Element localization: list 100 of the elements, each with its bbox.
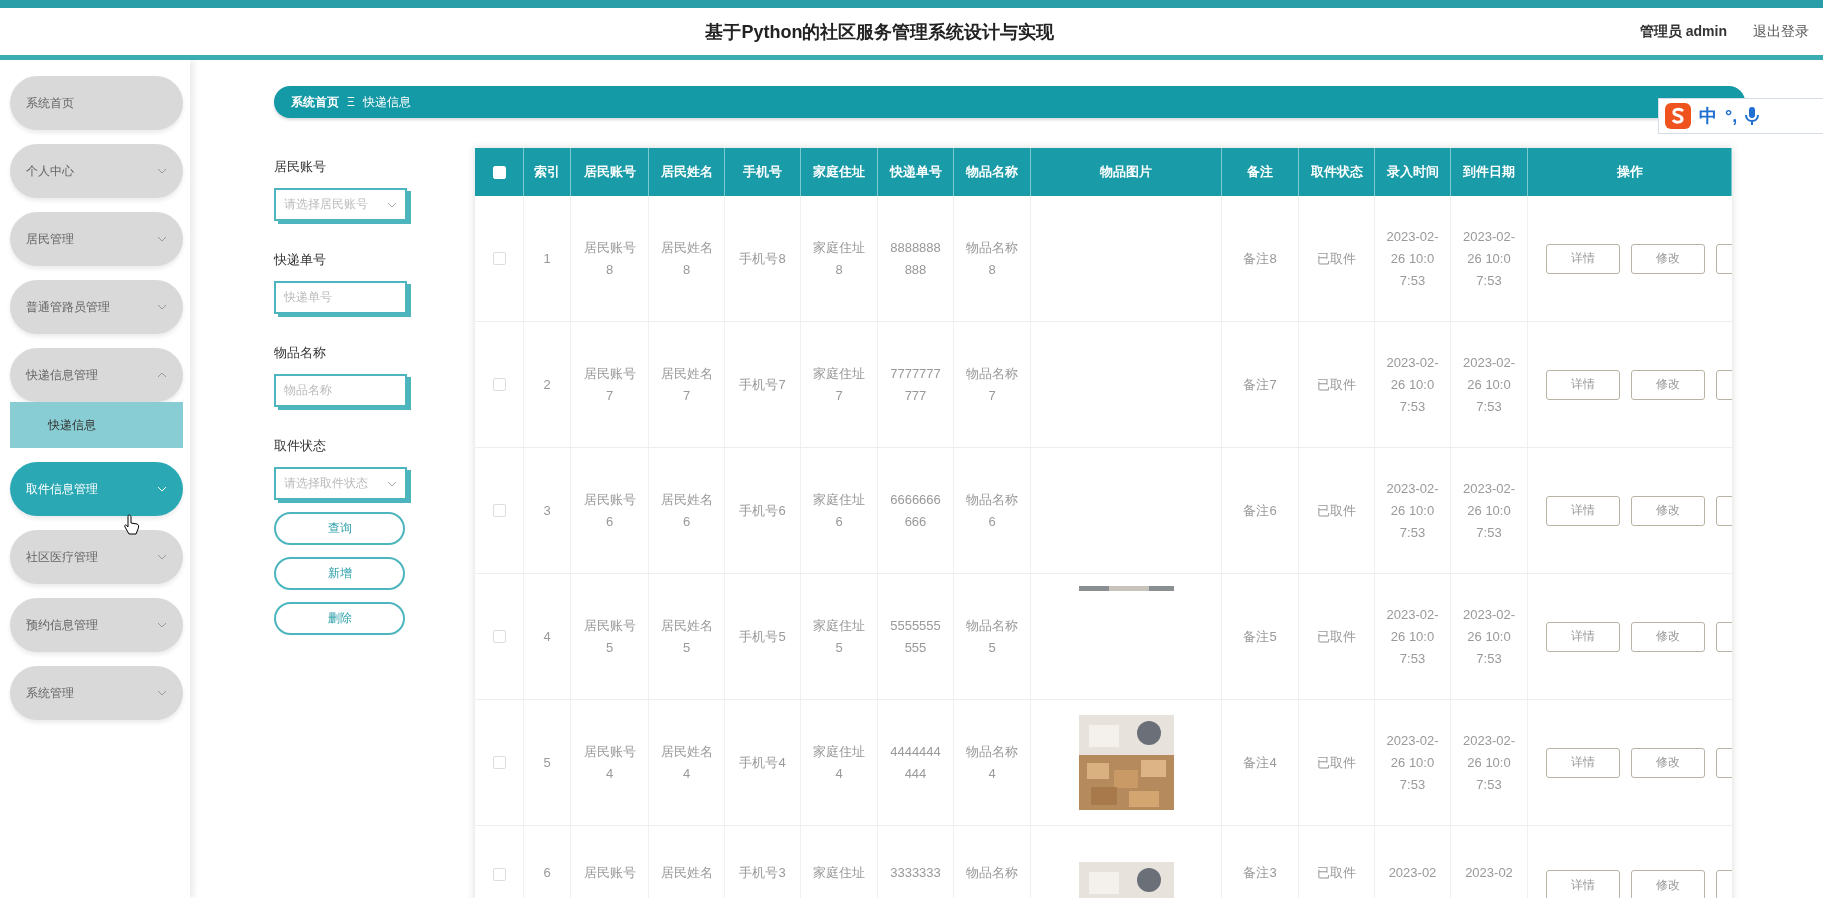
field-label: 物品名称	[274, 344, 327, 362]
row-checkbox[interactable]	[492, 252, 506, 265]
sidebar-item[interactable]: 居民管理	[10, 212, 183, 266]
row-checkbox[interactable]	[492, 378, 506, 391]
chevron-up-icon	[157, 372, 167, 378]
chevron-down-icon	[157, 690, 167, 696]
edit-button[interactable]: 修改	[1631, 870, 1705, 898]
table-cell-text: 已取件	[1316, 375, 1357, 394]
table-cell-text: 手机号5	[738, 627, 787, 646]
sidebar-item[interactable]: 系统首页	[10, 76, 183, 130]
table-cell-text: 6	[542, 864, 552, 882]
table-cell-text: 2023-02-26 10:07:53	[1386, 479, 1439, 542]
row-checkbox[interactable]	[492, 868, 506, 881]
table-cell-text: 手机号8	[738, 249, 787, 268]
table-cell-text: 2023-02-26 10:07:53	[1462, 227, 1516, 290]
edit-button[interactable]: 修改	[1631, 747, 1705, 778]
table-cell-text: 手机号4	[738, 753, 787, 772]
ime-mode[interactable]: 中	[1699, 104, 1717, 128]
table-cell-text: 备注4	[1242, 753, 1278, 772]
breadcrumb-link[interactable]: 系统首页	[291, 93, 339, 111]
table-cell-text: 家庭住址	[812, 864, 866, 882]
details-button[interactable]: 详情	[1546, 870, 1620, 898]
field-label: 取件状态	[274, 437, 327, 455]
table-cell-text: 3	[542, 501, 552, 520]
table-cell-text: 居民账号	[583, 864, 636, 882]
sidebar-item[interactable]: 社区医疗管理	[10, 530, 183, 584]
table-cell-text: 5555555555	[889, 616, 942, 657]
logout-link[interactable]: 退出登录	[1753, 22, 1809, 41]
table-cell-text: 2023-02-26 10:07:53	[1462, 731, 1516, 794]
edit-button[interactable]: 修改	[1631, 621, 1705, 652]
table-cell-text: 家庭住址4	[812, 742, 866, 783]
table-cell-text: 居民姓名	[660, 864, 713, 882]
column-header: 操作	[1528, 148, 1732, 196]
table-cell-text: 已取件	[1316, 249, 1357, 268]
sidebar-item[interactable]: 取件信息管理	[10, 462, 183, 516]
row-checkbox[interactable]	[492, 504, 506, 517]
microphone-icon[interactable]	[1745, 106, 1760, 126]
select-all-checkbox[interactable]	[492, 165, 506, 179]
breadcrumb-separator: Ξ	[347, 95, 355, 109]
details-button[interactable]: 详情	[1546, 747, 1620, 778]
row-checkbox[interactable]	[492, 756, 506, 769]
table-cell-text: 2023-02-26 10:07:53	[1462, 353, 1516, 416]
chevron-down-icon	[157, 486, 167, 492]
table-cell-text: 8888888888	[889, 238, 942, 279]
table-cell-text: 家庭住址6	[812, 490, 866, 531]
table-cell-text: 家庭住址5	[812, 616, 866, 657]
column-header: 到件日期	[1451, 148, 1528, 196]
pointer-cursor-icon	[124, 514, 140, 536]
ime-logo-icon	[1665, 103, 1691, 129]
sidebar-subitem[interactable]: 快递信息	[10, 402, 183, 448]
column-header: 居民账号	[571, 148, 649, 196]
table-cell-text: 居民账号7	[583, 364, 636, 405]
row-checkbox[interactable]	[492, 630, 506, 643]
table-cell-text: 手机号7	[738, 375, 787, 394]
table-cell-text: 家庭住址8	[812, 238, 866, 279]
sidebar-item[interactable]: 个人中心	[10, 144, 183, 198]
table-cell-text: 备注7	[1242, 375, 1278, 394]
details-button[interactable]: 详情	[1546, 243, 1620, 274]
table-cell-text: 居民姓名8	[660, 238, 713, 279]
table-cell-text: 备注3	[1242, 864, 1278, 882]
details-button[interactable]: 详情	[1546, 621, 1620, 652]
breadcrumb-current: 快递信息	[362, 93, 411, 111]
column-header: 手机号	[725, 148, 801, 196]
action-button[interactable]: 新增	[274, 557, 405, 590]
table-cell-text: 手机号6	[738, 501, 787, 520]
sidebar-item[interactable]: 普通管路员管理	[10, 280, 183, 334]
app-title: 基于Python的社区服务管理系统设计与实现	[704, 20, 1056, 44]
details-button[interactable]: 详情	[1546, 495, 1620, 526]
action-button[interactable]: 查询	[274, 512, 405, 545]
table-cell-text: 物品名称8	[965, 238, 1019, 279]
column-header: 居民姓名	[649, 148, 725, 196]
table-cell-text: 1	[542, 249, 552, 268]
action-button[interactable]: 删除	[274, 602, 405, 635]
table-cell-text: 2023-02-26 10:07:53	[1386, 731, 1439, 794]
table-cell-text: 物品名称5	[965, 616, 1019, 657]
table-cell-text: 居民账号5	[583, 616, 636, 657]
edit-button[interactable]: 修改	[1631, 495, 1705, 526]
details-button[interactable]: 详情	[1546, 369, 1620, 400]
table-cell-text: 备注6	[1242, 501, 1278, 520]
table-cell-text: 2023-02-26 10:07:53	[1386, 353, 1439, 416]
table-cell-text: 居民账号8	[583, 238, 636, 279]
table-cell-text: 备注8	[1242, 249, 1278, 268]
chevron-down-icon	[387, 480, 397, 487]
chevron-down-icon	[387, 201, 397, 208]
table-cell-text: 6666666666	[889, 490, 942, 531]
field-label: 居民账号	[274, 158, 327, 176]
table-cell-text: 家庭住址7	[812, 364, 866, 405]
table-cell-text: 物品名称6	[965, 490, 1019, 531]
chevron-down-icon	[157, 236, 167, 242]
table-cell-text: 2	[542, 375, 552, 394]
ime-punctuation[interactable]: °,	[1725, 105, 1738, 127]
sidebar-item[interactable]: 预约信息管理	[10, 598, 183, 652]
column-header: 快递单号	[878, 148, 954, 196]
sidebar-item[interactable]: 系统管理	[10, 666, 183, 720]
sidebar-item[interactable]: 快递信息管理	[10, 348, 183, 402]
edit-button[interactable]: 修改	[1631, 369, 1705, 400]
column-header: 备注	[1222, 148, 1299, 196]
edit-button[interactable]: 修改	[1631, 243, 1705, 274]
chevron-down-icon	[157, 304, 167, 310]
table-cell-text: 已取件	[1316, 501, 1357, 520]
